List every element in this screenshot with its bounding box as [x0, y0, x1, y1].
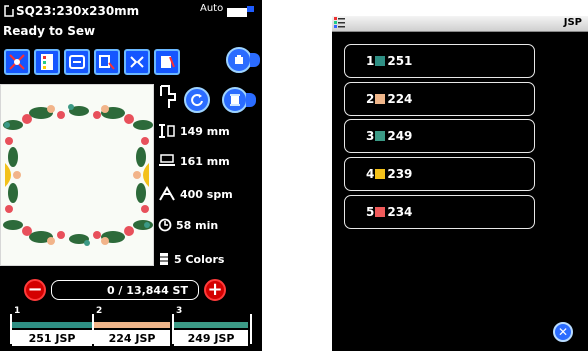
width-icon [159, 154, 175, 166]
seq-tick [250, 314, 252, 344]
trace-icon [99, 55, 115, 70]
seq-label-3: 249 JSP [174, 330, 248, 346]
seq-label-2: 224 JSP [94, 330, 170, 346]
seq-bar-1 [12, 322, 92, 328]
frame-move-icon [69, 55, 85, 69]
seq-num-3: 3 [176, 306, 183, 316]
stitch-back-button[interactable]: − [24, 279, 46, 301]
sew-start-tab [250, 53, 260, 67]
color-list-screen: JSP 1 251 2 224 3 249 4 239 5 234 ✕ [332, 16, 588, 351]
color-item-3[interactable]: 3 249 [344, 119, 535, 153]
stitch-counter[interactable]: 0 / 13,844 ST [51, 280, 199, 300]
color-list-button[interactable] [34, 49, 60, 75]
frame-move-button[interactable] [64, 49, 90, 75]
close-icon: ✕ [557, 325, 569, 339]
color-swatch [375, 56, 386, 66]
minus-icon: − [27, 279, 43, 300]
sew-start-button[interactable] [226, 47, 252, 73]
seq-num-2: 2 [96, 306, 103, 316]
colors-value: 5 Colors [174, 252, 225, 266]
color-list-icon [334, 17, 345, 28]
color-index: 2 [366, 92, 375, 106]
presser-foot-icon [160, 85, 176, 108]
design-file-icon [4, 5, 14, 17]
height-icon [159, 124, 175, 138]
sewing-screen: SQ23:230x230mm Auto Ready to Sew 149 mm … [0, 0, 262, 351]
seq-bar-2 [94, 322, 170, 328]
seq-label-1: 251 JSP [12, 330, 92, 346]
color-list-icon [41, 54, 53, 70]
design-name: SQ23:230x230mm [16, 4, 140, 18]
width-value: 161 mm [180, 154, 230, 168]
thread-button[interactable] [222, 87, 248, 113]
clock-icon [158, 218, 172, 232]
width-spec: 161 mm [158, 154, 230, 168]
thread-spool-icon [230, 94, 240, 106]
status-text: Ready to Sew [3, 24, 96, 38]
speed-spec: 400 spm [158, 186, 233, 202]
color-item-4[interactable]: 4 239 [344, 157, 535, 191]
colors-spec: 5 Colors [158, 252, 224, 266]
color-index: 1 [366, 54, 375, 68]
hoop-select-button[interactable] [4, 49, 30, 75]
mode-label: Auto [200, 3, 224, 14]
rotate-button[interactable] [184, 87, 210, 113]
time-value: 58 min [176, 218, 219, 232]
embroidery-preview [0, 84, 154, 266]
stitch-counter-bar: − 0 / 13,844 ST + [24, 279, 226, 301]
color-change-button[interactable] [154, 49, 180, 75]
color-item-5[interactable]: 5 234 [344, 195, 535, 229]
needle-icon [235, 55, 243, 64]
speed-value: 400 spm [180, 187, 233, 201]
rotate-icon [191, 94, 203, 107]
thread-stack-icon [160, 253, 168, 265]
seq-num-1: 1 [14, 306, 21, 316]
color-sequence[interactable]: 1 251 JSP 2 224 JSP 3 249 JSP [8, 306, 256, 346]
speed-icon [159, 186, 175, 201]
mirror-icon [130, 56, 144, 68]
color-swatch [375, 207, 386, 217]
mirror-button[interactable] [124, 49, 150, 75]
color-index: 5 [366, 205, 375, 219]
color-item-1[interactable]: 1 251 [344, 44, 535, 78]
color-code: 251 [387, 54, 413, 68]
color-code: 249 [387, 129, 413, 143]
seq-bar-3 [174, 322, 248, 328]
height-value: 149 mm [180, 124, 230, 138]
thread-brand-title: JSP [563, 17, 582, 28]
color-swatch [375, 94, 386, 104]
color-swatch [375, 169, 386, 179]
color-code: 224 [387, 92, 413, 106]
height-spec: 149 mm [158, 124, 230, 138]
floral-frame-design [3, 104, 153, 246]
trace-button[interactable] [94, 49, 120, 75]
plus-icon: + [207, 279, 223, 300]
time-spec: 58 min [158, 218, 218, 232]
color-item-2[interactable]: 2 224 [344, 82, 535, 116]
stitch-forward-button[interactable]: + [204, 279, 226, 301]
color-code: 239 [387, 167, 413, 181]
hoop-auto-icon [227, 6, 254, 17]
color-code: 234 [387, 205, 413, 219]
color-index: 3 [366, 129, 375, 143]
thread-tab [246, 93, 256, 107]
color-index: 4 [366, 167, 375, 181]
color-list-header: JSP [332, 16, 588, 32]
color-change-icon [161, 56, 175, 68]
color-swatch [375, 131, 386, 141]
close-button[interactable]: ✕ [553, 322, 573, 342]
sew-toolbar [4, 49, 180, 75]
hoop-select-icon [9, 54, 25, 70]
